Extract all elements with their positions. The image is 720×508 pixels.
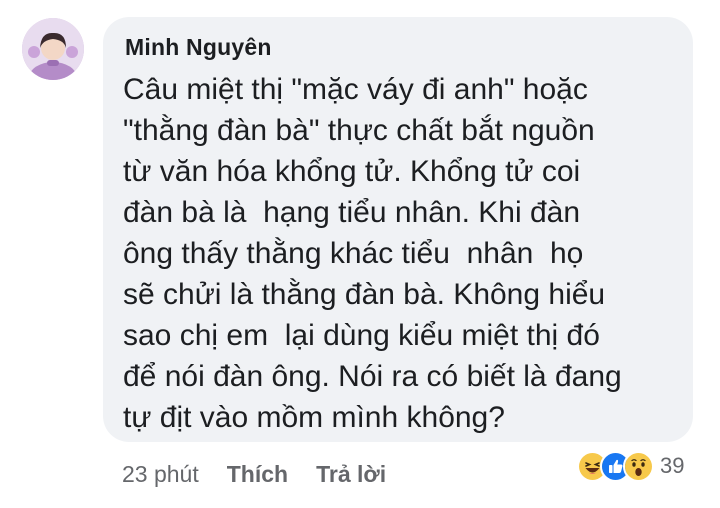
comment-line: Câu miệt thị "mặc váy đi anh" hoặc xyxy=(123,73,588,106)
comment-actions: 23 phút Thích Trả lời xyxy=(122,456,414,492)
comment-line: tự địt vào mồm mình không? xyxy=(123,401,505,434)
reply-button[interactable]: Trả lời xyxy=(316,461,386,488)
author-name[interactable]: Minh Nguyên xyxy=(125,34,272,61)
comment-text: Câu miệt thị "mặc váy đi anh" hoặc "thằn… xyxy=(123,69,683,438)
comment-bubble: Minh Nguyên Câu miệt thị "mặc váy đi anh… xyxy=(103,17,693,442)
comment-view: Minh Nguyên Câu miệt thị "mặc váy đi anh… xyxy=(0,0,720,508)
comment-line: sẽ chửi là thằng đàn bà. Không hiểu xyxy=(123,278,606,311)
comment-line: để nói đàn ông. Nói ra có biết là đang xyxy=(123,360,622,393)
avatar[interactable] xyxy=(22,18,84,80)
timestamp[interactable]: 23 phút xyxy=(122,461,199,488)
comment-line: từ văn hóa khổng tử. Khổng tử coi xyxy=(123,155,581,188)
reaction-icons xyxy=(577,450,654,482)
reaction-count: 39 xyxy=(660,453,685,478)
comment-line: sao chị em lại dùng kiểu miệt thị đó xyxy=(123,319,600,352)
comment-line: "thằng đàn bà" thực chất bắt nguồn xyxy=(123,114,595,147)
avatar-photo-icon xyxy=(22,18,84,80)
like-button[interactable]: Thích xyxy=(227,461,288,488)
wow-icon xyxy=(623,450,654,482)
reaction-summary[interactable]: 39 xyxy=(577,450,685,482)
comment-line: ông thấy thằng khác tiểu nhân họ xyxy=(123,237,584,270)
comment-line: đàn bà là hạng tiểu nhân. Khi đàn xyxy=(123,196,581,229)
